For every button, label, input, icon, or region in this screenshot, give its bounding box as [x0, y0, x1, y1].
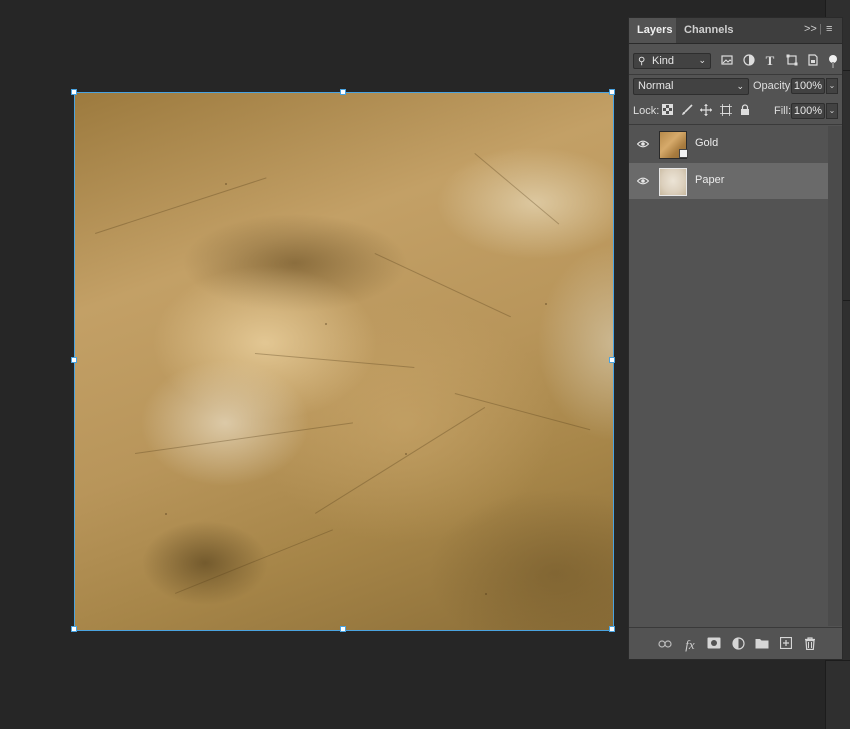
type-filter-icon[interactable]: T: [763, 54, 777, 68]
chevron-down-icon: ⌄: [736, 81, 744, 91]
panel-divider: |: [819, 23, 822, 35]
fill-field[interactable]: 100%: [791, 103, 825, 119]
opacity-label: Opacity:: [753, 80, 794, 92]
lock-artboard-icon[interactable]: [719, 104, 733, 118]
layer-row-gold[interactable]: Gold: [629, 126, 828, 162]
tab-layers[interactable]: Layers: [629, 18, 676, 43]
lock-all-icon[interactable]: [738, 104, 752, 118]
opacity-field[interactable]: 100%: [791, 78, 825, 94]
smart-object-filter-icon[interactable]: [806, 54, 820, 68]
link-layers-icon[interactable]: [657, 637, 673, 653]
transform-handle-middle-left[interactable]: [71, 357, 77, 363]
collapse-panel-icon[interactable]: >>: [804, 23, 817, 35]
layer-row-paper[interactable]: Paper: [629, 163, 828, 199]
layer-name-paper[interactable]: Paper: [695, 174, 724, 186]
transform-handle-middle-right[interactable]: [609, 357, 615, 363]
transform-handle-top-left[interactable]: [71, 89, 77, 95]
search-icon: ⚲: [638, 56, 646, 67]
panel-menu-icon[interactable]: ≡: [826, 23, 832, 35]
kind-label: Kind: [652, 55, 675, 67]
layers-panel: Layers Channels >> | ≡ ⚲ Kind ⌄ T Normal…: [628, 17, 843, 660]
layer-thumbnail-paper: [659, 168, 687, 196]
layer-filter-kind-select[interactable]: ⚲ Kind ⌄: [633, 53, 711, 69]
transform-handle-bottom-left[interactable]: [71, 626, 77, 632]
transform-handle-top-right[interactable]: [609, 89, 615, 95]
adjustment-layer-icon[interactable]: [730, 637, 746, 653]
new-layer-icon[interactable]: [778, 636, 794, 653]
layer-style-fx-icon[interactable]: fx: [682, 637, 698, 653]
lock-label: Lock:: [633, 105, 660, 117]
blend-mode-value: Normal: [638, 80, 674, 92]
fill-label: Fill:: [774, 105, 792, 117]
shape-filter-icon[interactable]: [785, 54, 799, 68]
lock-transparent-pixels-icon[interactable]: [660, 104, 674, 118]
layers-scrollbar[interactable]: [828, 126, 842, 626]
image-filter-icon[interactable]: [720, 54, 734, 68]
add-mask-icon[interactable]: [706, 637, 722, 653]
transform-handle-bottom-center[interactable]: [340, 626, 346, 632]
panel-tab-bar: Layers Channels >> | ≡: [629, 18, 842, 44]
lock-image-pixels-icon[interactable]: [680, 104, 694, 118]
chevron-down-icon: ⌄: [698, 55, 706, 65]
delete-layer-icon[interactable]: [802, 637, 818, 653]
layers-panel-footer: fx: [629, 631, 842, 659]
new-group-icon[interactable]: [754, 637, 770, 653]
document-canvas-gold-texture[interactable]: [75, 93, 613, 630]
visibility-eye-icon[interactable]: [637, 175, 649, 187]
lock-position-icon[interactable]: [699, 104, 713, 118]
smart-object-badge-icon: [679, 149, 688, 158]
filter-toggle-icon[interactable]: [826, 54, 840, 68]
visibility-eye-icon[interactable]: [637, 138, 649, 150]
adjustment-filter-icon[interactable]: [742, 54, 756, 68]
transform-handle-bottom-right[interactable]: [609, 626, 615, 632]
layer-name-gold[interactable]: Gold: [695, 137, 718, 149]
opacity-slider-toggle[interactable]: ⌄: [826, 78, 838, 94]
fill-slider-toggle[interactable]: ⌄: [826, 103, 838, 119]
blend-mode-select[interactable]: Normal ⌄: [633, 78, 749, 95]
transform-handle-top-center[interactable]: [340, 89, 346, 95]
tab-channels[interactable]: Channels: [676, 18, 738, 43]
